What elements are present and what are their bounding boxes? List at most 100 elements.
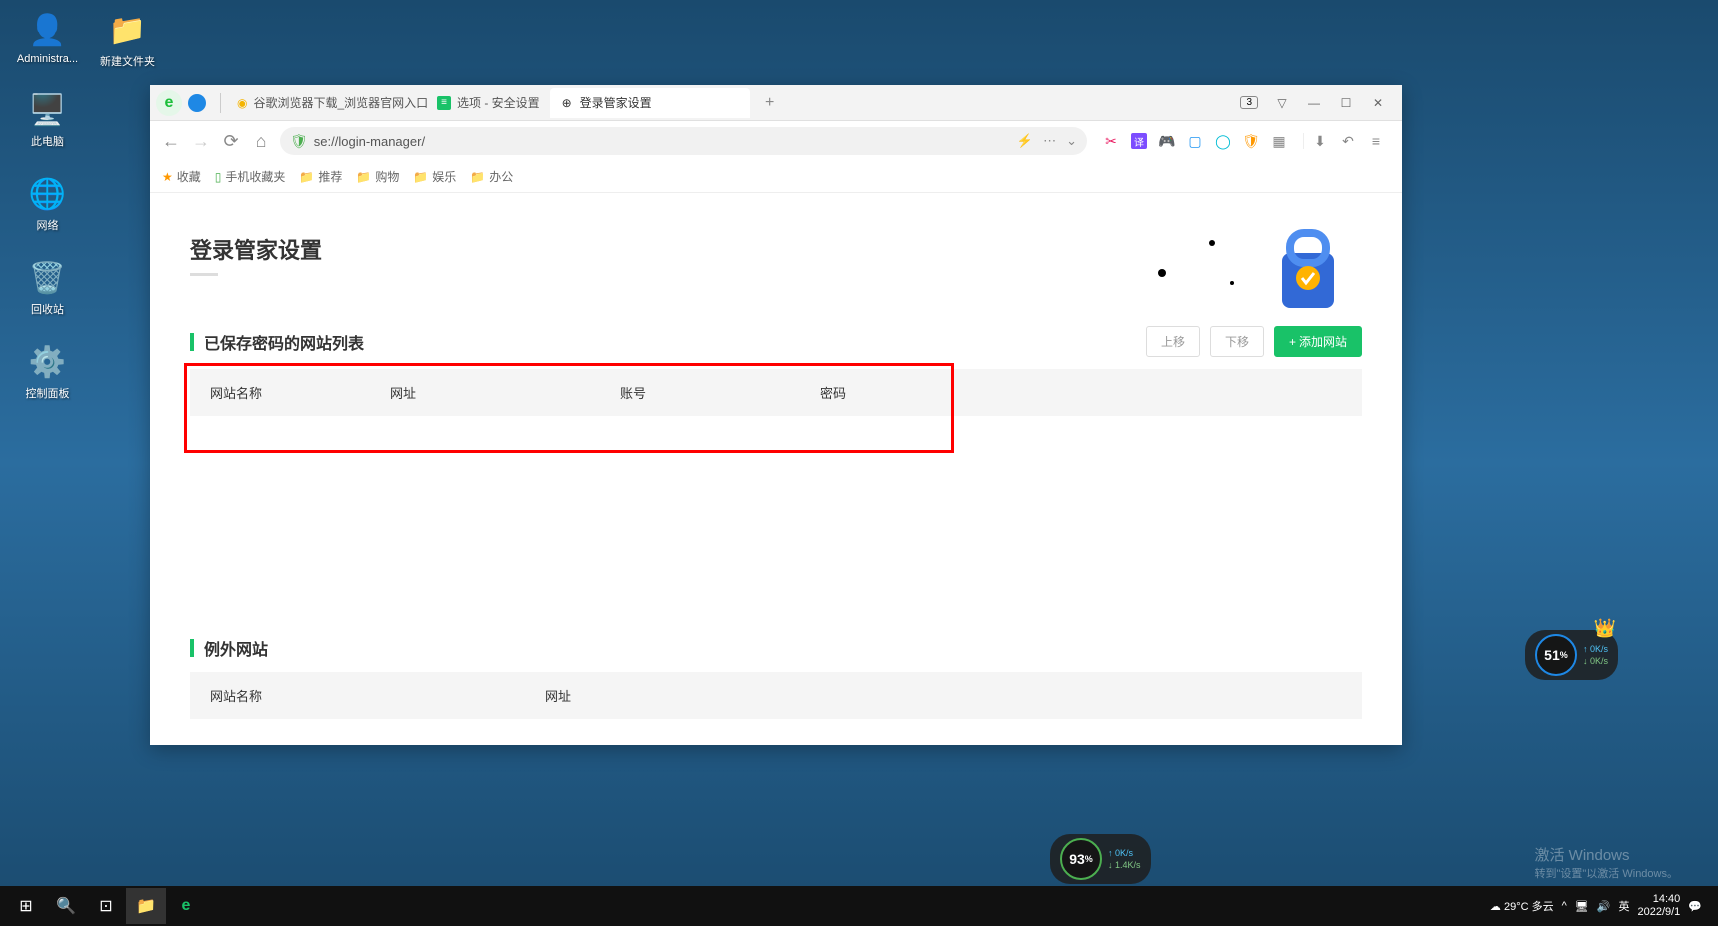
desktop-icon-label: 此电脑 — [31, 133, 64, 149]
weather-widget[interactable]: ☁ 29°C 多云 — [1490, 898, 1554, 914]
home-button[interactable]: ⌂ — [250, 130, 272, 152]
highlight-annotation — [184, 363, 954, 453]
section-title-row: 例外网站 — [190, 636, 1362, 660]
section-title: 已保存密码的网站列表 — [204, 330, 364, 354]
user-icon: 👤 — [28, 10, 68, 50]
system-monitor-widget-1[interactable]: 👑 51% ↑ 0K/s ↓ 0K/s — [1525, 630, 1618, 680]
system-monitor-widget-2[interactable]: 93% ↑ 0K/s ↓ 1.4K/s — [1050, 834, 1151, 884]
control-panel-icon: ⚙️ — [28, 342, 68, 382]
scissors-icon[interactable]: ✂ — [1103, 133, 1119, 149]
windows-activation-watermark: 激活 Windows 转到"设置"以激活 Windows。 — [1535, 844, 1679, 881]
desktop-icons-column-1: 👤 Administra... 🖥️ 此电脑 🌐 网络 🗑️ 回收站 ⚙️ 控制… — [10, 10, 85, 401]
settings-icon: ≡ — [437, 96, 451, 110]
button-label: 添加网站 — [1299, 333, 1347, 350]
tab-label: 登录管家设置 — [580, 94, 652, 111]
close-button[interactable]: ✕ — [1370, 95, 1386, 111]
exception-table-body — [190, 719, 1362, 745]
percentage-circle: 93% — [1060, 838, 1102, 880]
address-bar[interactable]: 🛡 se://login-manager/ ⚡ ⋯ ⌄ — [280, 127, 1087, 155]
phone-icon: ▯ — [215, 170, 222, 184]
file-explorer-button[interactable]: 📁 — [126, 888, 166, 924]
divider — [220, 93, 221, 113]
tab-bar: e ◉ 谷歌浏览器下载_浏览器官网入口 ≡ 选项 - 安全设置 ⊕ 登录管家设置… — [150, 85, 1402, 121]
minimize-button[interactable]: — — [1306, 95, 1322, 111]
tab-options-security[interactable]: ≡ 选项 - 安全设置 — [427, 88, 550, 118]
crown-icon: 👑 — [1594, 618, 1616, 639]
box-icon[interactable]: ▢ — [1187, 133, 1203, 149]
bookmark-office[interactable]: 📁办公 — [470, 168, 513, 185]
clock[interactable]: 14:40 2022/9/1 — [1637, 893, 1680, 919]
bookmark-label: 推荐 — [318, 168, 342, 185]
task-view-button[interactable]: ⊡ — [86, 888, 126, 924]
bookmark-mobile[interactable]: ▯手机收藏夹 — [215, 168, 286, 185]
bookmark-favorites[interactable]: ★收藏 — [162, 168, 201, 185]
desktop-icon-control-panel[interactable]: ⚙️ 控制面板 — [10, 342, 85, 401]
desktop-icon-recycle-bin[interactable]: 🗑️ 回收站 — [10, 258, 85, 317]
folder-icon: 📁 — [299, 170, 314, 184]
download-icon[interactable]: ⬇ — [1312, 133, 1328, 149]
desktop-icon-new-folder[interactable]: 📁 新建文件夹 — [90, 10, 165, 69]
add-site-button[interactable]: +添加网站 — [1274, 326, 1362, 357]
bookmark-entertainment[interactable]: 📁娱乐 — [413, 168, 456, 185]
bookmark-label: 收藏 — [177, 168, 201, 185]
section-title-row: 已保存密码的网站列表 上移 下移 +添加网站 — [190, 326, 1362, 357]
desktop-icon-administrator[interactable]: 👤 Administra... — [10, 10, 85, 65]
tab-google-browser[interactable]: ◉ 谷歌浏览器下载_浏览器官网入口 — [227, 88, 427, 118]
desktop-icon-this-pc[interactable]: 🖥️ 此电脑 — [10, 90, 85, 149]
bookmark-label: 手机收藏夹 — [225, 168, 285, 185]
tab-label: 谷歌浏览器下载_浏览器官网入口 — [253, 94, 427, 111]
exception-sites-section: 例外网站 网站名称 网址 — [150, 606, 1402, 745]
globe-icon: ⊕ — [560, 96, 574, 110]
tab-count-badge[interactable]: 3 — [1240, 96, 1258, 109]
quick-access-icon[interactable] — [188, 94, 206, 112]
tray-volume-icon[interactable]: 🔊 — [1597, 900, 1611, 913]
filter-icon[interactable]: ▽ — [1274, 95, 1290, 111]
ime-indicator[interactable]: 英 — [1618, 898, 1629, 914]
search-button[interactable]: 🔍 — [46, 888, 86, 924]
speed-stats: ↑ 0K/s ↓ 1.4K/s — [1108, 848, 1141, 871]
notifications-button[interactable]: 💬 — [1688, 900, 1702, 913]
window-controls: 3 ▽ — ☐ ✕ — [1240, 95, 1396, 111]
browser-logo-icon[interactable]: e — [156, 90, 182, 116]
desktop-icon-network[interactable]: 🌐 网络 — [10, 174, 85, 233]
tray-chevron-icon[interactable]: ^ — [1562, 900, 1567, 912]
bookmarks-bar: ★收藏 ▯手机收藏夹 📁 推荐 📁购物 📁娱乐 📁办公 — [150, 161, 1402, 193]
flash-icon[interactable]: ⚡ — [1017, 133, 1033, 149]
lock-illustration — [1152, 213, 1352, 313]
tray-monitor-icon[interactable]: 🖥 — [1575, 900, 1589, 913]
grid-icon[interactable]: ▦ — [1271, 133, 1287, 149]
bookmark-shopping[interactable]: 📁购物 — [356, 168, 399, 185]
desktop-icon-label: Administra... — [17, 53, 78, 65]
time-text: 14:40 — [1653, 893, 1681, 906]
tab-login-manager[interactable]: ⊕ 登录管家设置 — [550, 88, 750, 118]
button-label: 上移 — [1161, 335, 1185, 349]
back-button[interactable]: ← — [160, 130, 182, 152]
reload-button[interactable]: ⟳ — [220, 130, 242, 152]
move-up-button[interactable]: 上移 — [1146, 326, 1200, 357]
translate-icon[interactable]: 译 — [1131, 133, 1147, 149]
browser-taskbar-button[interactable]: e — [166, 888, 206, 924]
forward-button[interactable]: → — [190, 130, 212, 152]
shield-icon: 🛡 — [290, 133, 308, 150]
game-icon[interactable]: 🎮 — [1159, 133, 1175, 149]
desktop-icons-column-2: 📁 新建文件夹 — [90, 10, 165, 69]
maximize-button[interactable]: ☐ — [1338, 95, 1354, 111]
history-icon[interactable]: ↶ — [1340, 133, 1356, 149]
move-down-button[interactable]: 下移 — [1210, 326, 1264, 357]
button-label: 下移 — [1225, 335, 1249, 349]
computer-icon: 🖥️ — [28, 90, 68, 130]
bookmark-recommended[interactable]: 📁 推荐 — [299, 168, 342, 185]
more-icon[interactable]: ⋯ — [1043, 133, 1056, 149]
folder-icon: 📁 — [108, 10, 148, 50]
folder-icon: 📁 — [356, 170, 371, 184]
chevron-down-icon[interactable]: ⌄ — [1066, 133, 1077, 149]
trash-icon: 🗑️ — [28, 258, 68, 298]
shield2-icon[interactable]: 🛡 — [1243, 133, 1259, 149]
new-tab-button[interactable]: + — [758, 91, 782, 115]
start-button[interactable]: ⊞ — [6, 888, 46, 924]
menu-icon[interactable]: ≡ — [1368, 133, 1384, 149]
circle-icon[interactable]: ◯ — [1215, 133, 1231, 149]
page-content[interactable]: 登录管家设置 已保存密码的网站列表 上移 — [150, 193, 1402, 745]
watermark-line1: 激活 Windows — [1535, 844, 1679, 865]
column-url: 网址 — [545, 686, 1342, 705]
